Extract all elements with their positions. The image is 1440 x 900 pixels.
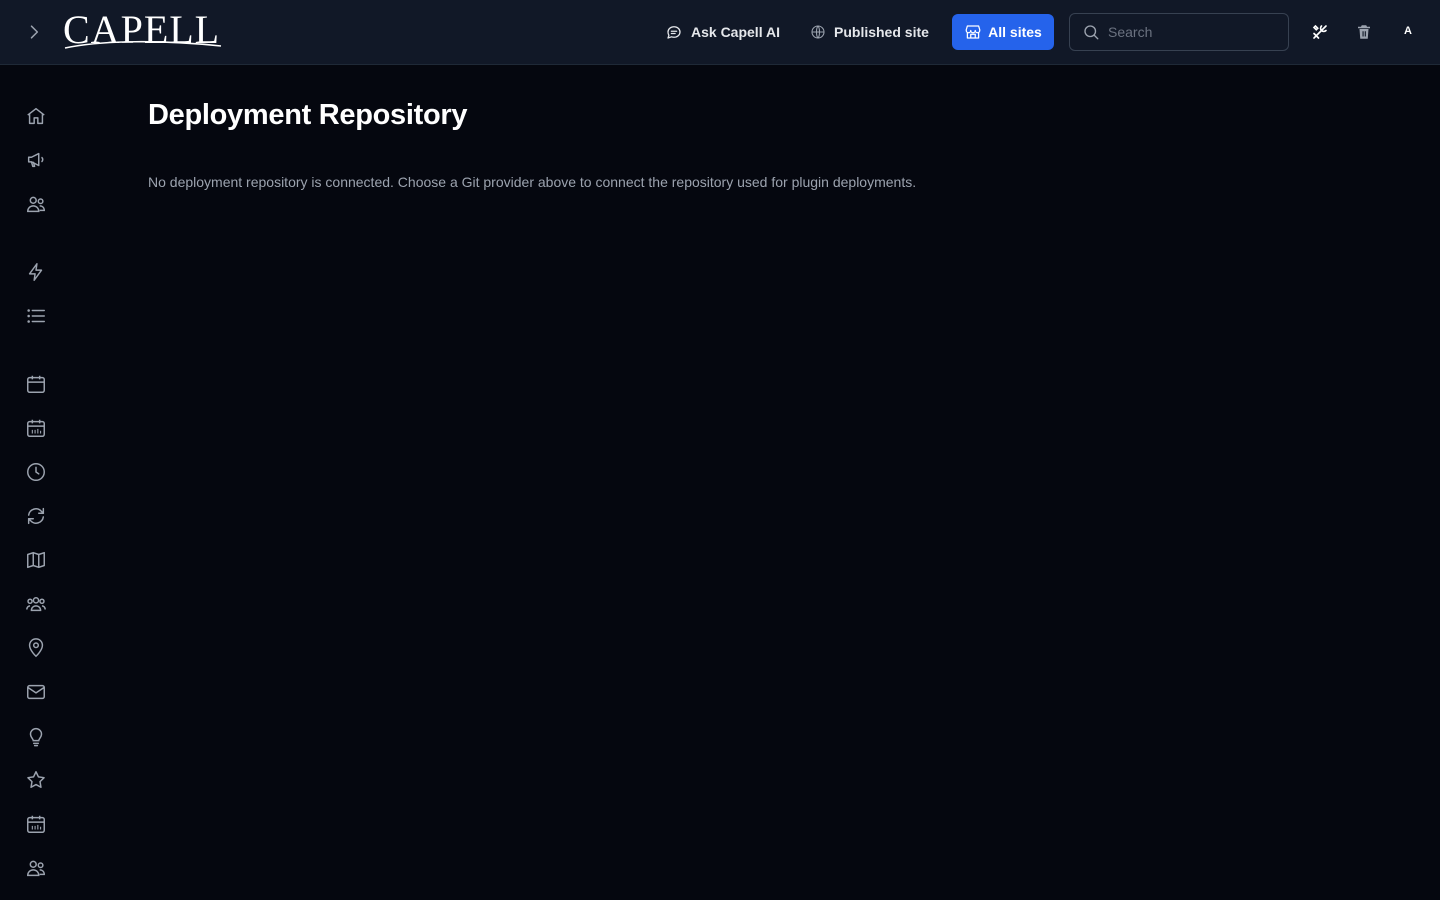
users-icon [27, 860, 45, 877]
tools-button[interactable] [1308, 20, 1332, 44]
search-box[interactable] [1069, 13, 1289, 51]
light-bulb-icon [29, 728, 43, 747]
sidebar-item-calendar[interactable] [22, 370, 50, 398]
search-icon [1084, 25, 1099, 40]
list-icon [27, 309, 45, 323]
search-input[interactable] [1108, 24, 1278, 40]
sidebar-item-sync[interactable] [22, 502, 50, 530]
refresh-icon [27, 507, 45, 525]
chevron-right-icon [30, 25, 39, 39]
globe-icon [811, 25, 825, 39]
home-icon [27, 107, 45, 125]
ask-ai-link[interactable]: Ask Capell AI [665, 14, 780, 50]
users-icon [27, 196, 45, 213]
map-pin-icon [28, 638, 44, 658]
sidebar-item-schedule[interactable] [22, 810, 50, 838]
sidebar-item-favorites[interactable] [22, 766, 50, 794]
sidebar-item-groups[interactable] [22, 590, 50, 618]
ask-ai-label: Ask Capell AI [691, 24, 780, 40]
sidebar-item-announcements[interactable] [22, 146, 50, 174]
bolt-icon [28, 263, 43, 281]
trash-icon [1358, 25, 1370, 39]
chat-bubble-icon [667, 26, 681, 39]
envelope-icon [27, 684, 45, 700]
sidebar-item-home[interactable] [22, 102, 50, 130]
sidebar-item-locations[interactable] [22, 634, 50, 662]
star-icon [27, 771, 45, 788]
user-avatar[interactable]: A [1394, 17, 1422, 45]
capell-logo[interactable]: CAPELL [63, 8, 225, 52]
sidebar-item-automations[interactable] [22, 258, 50, 286]
main-content: Deployment Repository No deployment repo… [148, 96, 1348, 191]
top-bar: CAPELL Ask Capell AI Published site All … [0, 0, 1440, 65]
sidebar-item-list[interactable] [22, 302, 50, 330]
all-sites-button[interactable]: All sites [952, 14, 1054, 50]
megaphone-icon [27, 152, 44, 168]
published-site-label: Published site [834, 24, 929, 40]
wrench-screwdriver-icon [1312, 24, 1327, 39]
user-group-icon [26, 597, 46, 612]
all-sites-label: All sites [988, 24, 1042, 40]
sidebar-item-history[interactable] [22, 458, 50, 486]
sidebar-item-team[interactable] [22, 854, 50, 882]
empty-state-description: No deployment repository is connected. C… [148, 174, 917, 190]
sidebar [0, 65, 72, 900]
logo-swoosh-icon [64, 40, 222, 49]
sidebar-item-events[interactable] [22, 414, 50, 442]
building-storefront-icon [965, 25, 981, 39]
trash-button[interactable] [1352, 20, 1376, 44]
calendar-days-icon [27, 815, 45, 833]
published-site-link[interactable]: Published site [810, 14, 929, 50]
sidebar-item-mail[interactable] [22, 678, 50, 706]
sidebar-item-users[interactable] [22, 190, 50, 218]
map-icon [27, 551, 45, 569]
sidebar-item-ideas[interactable] [22, 722, 50, 750]
avatar-initial: A [1404, 25, 1412, 37]
page-title: Deployment Repository [148, 99, 468, 131]
sidebar-item-map[interactable] [22, 546, 50, 574]
expand-sidebar-button[interactable] [22, 20, 46, 44]
calendar-days-icon [27, 419, 45, 437]
clock-icon [27, 463, 45, 481]
calendar-icon [27, 375, 45, 393]
